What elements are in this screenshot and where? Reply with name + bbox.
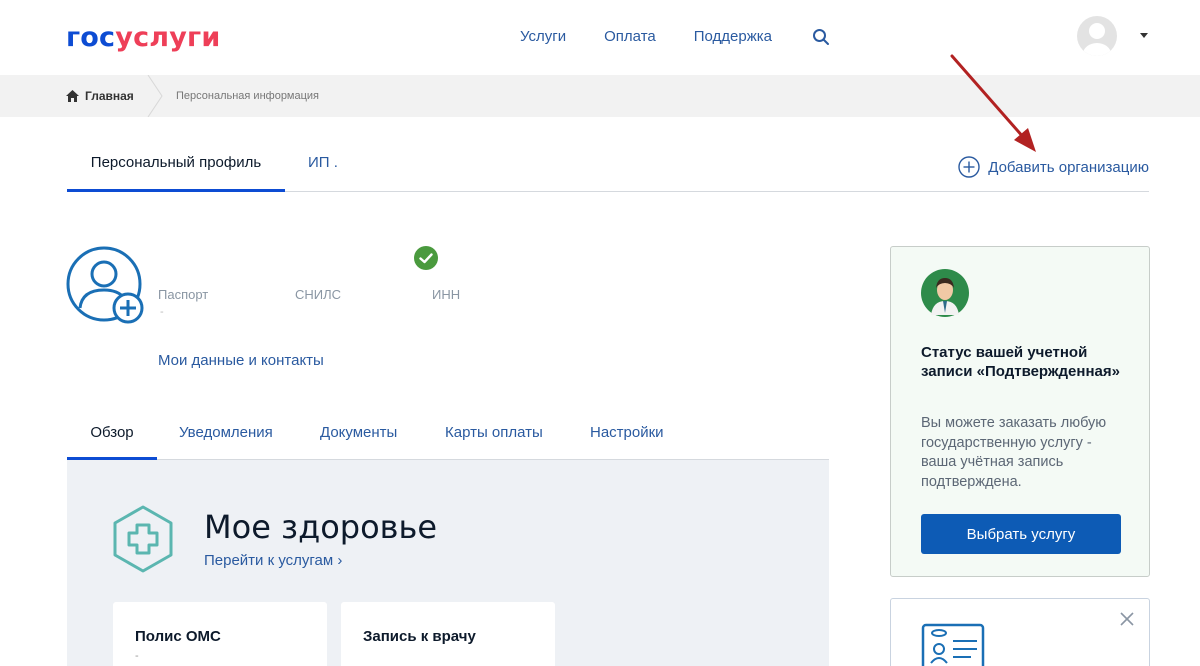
chevron-right-icon: › [337, 552, 343, 569]
status-title: Статус вашей учетной записи «Подтвержден… [921, 344, 1120, 380]
doctor-card-title: Запись к врачу [363, 628, 476, 645]
my-data-link[interactable]: Мои данные и контакты [158, 352, 324, 369]
tab-settings[interactable]: Настройки [590, 424, 664, 441]
tab-ip[interactable]: ИП . [308, 154, 338, 171]
health-title: Мое здоровье [204, 508, 438, 546]
plus-circle-icon [958, 156, 980, 178]
tab-notifications[interactable]: Уведомления [179, 424, 273, 441]
nav-services[interactable]: Услуги [520, 28, 566, 45]
search-icon[interactable] [812, 28, 830, 46]
oms-card-title: Полис ОМС [135, 628, 221, 645]
tab-payment-cards[interactable]: Карты оплаты [445, 424, 543, 441]
oms-card-value: - [135, 650, 139, 662]
check-circle-icon [414, 246, 438, 270]
home-icon [66, 90, 79, 102]
choose-service-button[interactable]: Выбрать услугу [921, 514, 1121, 554]
tab-overview[interactable]: Обзор [67, 424, 157, 460]
add-organization-label: Добавить организацию [988, 158, 1149, 176]
passport-value: - [160, 306, 164, 318]
gosuslugi-logo[interactable]: госуслуги [66, 22, 220, 53]
logo-part-uslugi: услуги [115, 22, 221, 53]
nav-support[interactable]: Поддержка [694, 28, 772, 45]
user-add-icon[interactable] [66, 246, 146, 326]
health-panel: Мое здоровье Перейти к услугам › Полис О… [67, 460, 829, 666]
main-tabs: Обзор Уведомления Документы Карты оплаты… [67, 408, 829, 460]
profile-tabs: Персональный профиль ИП . Добавить орган… [67, 140, 1149, 192]
oms-policy-card[interactable]: Полис ОМС - [113, 602, 327, 666]
snils-label: СНИЛС [295, 287, 342, 302]
inn-label: ИНН [432, 287, 461, 302]
breadcrumb-home[interactable]: Главная [66, 89, 134, 103]
tab-personal-profile[interactable]: Персональный профиль [67, 154, 285, 192]
chevron-down-icon[interactable] [1140, 33, 1148, 38]
medical-cross-icon [113, 505, 173, 573]
id-document-card [890, 598, 1150, 666]
nav-payment[interactable]: Оплата [604, 28, 656, 45]
user-avatar[interactable] [1077, 16, 1117, 56]
id-card-icon [921, 623, 985, 666]
breadcrumb-separator [147, 75, 163, 117]
top-nav: Услуги Оплата Поддержка [520, 28, 772, 45]
breadcrumb-current: Персональная информация [176, 90, 320, 102]
support-agent-icon [921, 269, 969, 317]
doctor-appointment-card[interactable]: Запись к врачу [341, 602, 555, 666]
health-link-label: Перейти к услугам [204, 552, 334, 569]
tab-documents[interactable]: Документы [320, 424, 397, 441]
status-text: Вы можете заказать любую государственную… [921, 415, 1107, 490]
add-organization-button[interactable]: Добавить организацию [958, 156, 1149, 178]
logo-part-gos: гос [66, 22, 116, 53]
passport-label: Паспорт [158, 287, 209, 302]
breadcrumb-home-label: Главная [85, 89, 134, 103]
avatar-silhouette-icon [1083, 23, 1111, 56]
close-icon[interactable] [1119, 611, 1135, 627]
account-status-card: Статус вашей учетной записи «Подтвержден… [890, 246, 1150, 577]
health-services-link[interactable]: Перейти к услугам › [204, 552, 342, 569]
